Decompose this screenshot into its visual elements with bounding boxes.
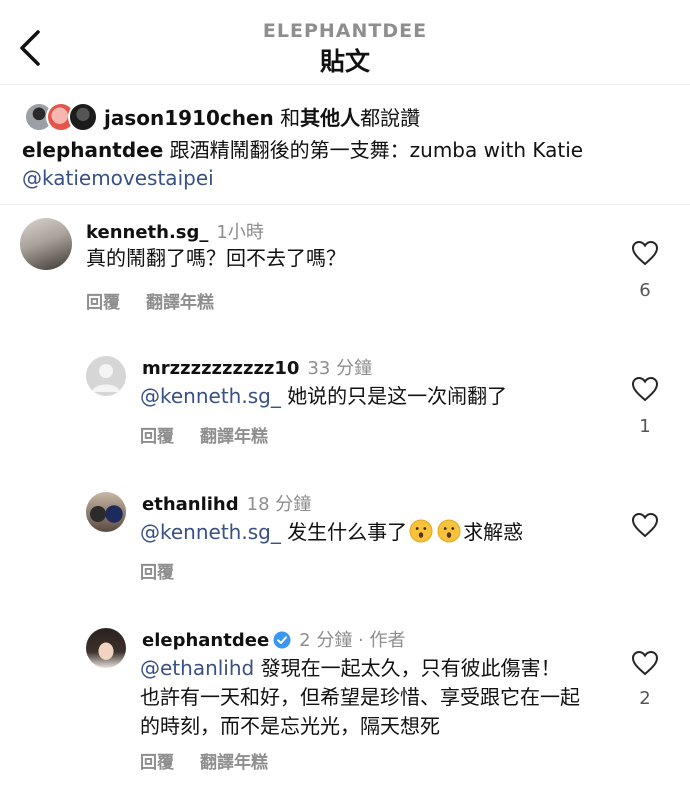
- comment-actions: 回覆 翻譯年糕: [86, 288, 240, 313]
- comment-mention[interactable]: @kenneth.sg_: [140, 384, 281, 408]
- like-count: 2: [639, 688, 651, 709]
- avatar[interactable]: [20, 218, 72, 270]
- reply-button[interactable]: 回覆: [140, 563, 174, 583]
- comment-body-end: 求解惑: [463, 520, 524, 544]
- comment-text: 真的鬧翻了嗎？回不去了嗎？: [86, 246, 346, 270]
- comment-body: 发生什么事了: [287, 520, 408, 544]
- divider: [0, 204, 690, 205]
- comment-actions: 回覆: [140, 558, 200, 583]
- comment: kenneth.sg_ 1小時 真的鬧翻了嗎？回不去了嗎？ 回覆 翻譯年糕 6: [20, 218, 670, 318]
- header-username: ELEPHANTDEE: [262, 20, 428, 42]
- like-count: 6: [639, 280, 651, 301]
- comment-actions: 回覆 翻譯年糕: [140, 748, 294, 773]
- post-caption: elephantdee 跟酒精鬧翻後的第一支舞：zumba with Katie…: [22, 136, 662, 192]
- default-avatar-icon: [92, 364, 120, 392]
- others-link[interactable]: 其他人: [300, 106, 360, 130]
- heart-icon[interactable]: [631, 376, 659, 402]
- comment-username[interactable]: ethanlihd: [142, 494, 239, 515]
- comment-username[interactable]: mrzzzzzzzzzz10: [142, 358, 299, 379]
- like-count: 1: [639, 416, 651, 437]
- comment-header: ethanlihd 18 分鐘: [142, 490, 311, 516]
- liker-avatars: [24, 102, 104, 132]
- liker-username[interactable]: jason1910chen: [104, 106, 274, 130]
- heart-icon[interactable]: [631, 512, 659, 538]
- comment-text: @ethanlihd 發現在一起太久，只有彼此傷害！也許有一天和好，但希望是珍惜…: [140, 654, 580, 741]
- comment-text: @kenneth.sg_ 发生什么事了 求解惑: [140, 518, 610, 547]
- likes-text: jason1910chen 和其他人都說讚: [104, 102, 420, 131]
- caption-text: 跟酒精鬧翻後的第一支舞：zumba with Katie: [169, 138, 584, 162]
- avatar[interactable]: [86, 492, 126, 532]
- comment-header: kenneth.sg_ 1小時: [86, 218, 264, 244]
- translate-button[interactable]: 翻譯年糕: [200, 753, 268, 773]
- comment-time: 18 分鐘: [246, 494, 312, 515]
- avatar: [68, 102, 98, 132]
- comment-reply: elephantdee 2 分鐘 · 作者 @ethanlihd 發現在一起太久，…: [86, 626, 670, 776]
- avatar[interactable]: [86, 356, 126, 396]
- translate-button[interactable]: 翻譯年糕: [200, 427, 268, 447]
- avatar[interactable]: [86, 628, 126, 668]
- caption-mention[interactable]: @katiemovestaipei: [22, 166, 214, 190]
- hushed-face-emoji-icon: [437, 519, 461, 543]
- reply-button[interactable]: 回覆: [140, 753, 174, 773]
- post-header: ELEPHANTDEE 貼文: [0, 0, 690, 85]
- comment-mention[interactable]: @ethanlihd: [140, 656, 254, 680]
- caption-username[interactable]: elephantdee: [22, 138, 163, 162]
- comment-reply: ethanlihd 18 分鐘 @kenneth.sg_ 发生什么事了 求解惑 回覆: [86, 490, 670, 590]
- comment-body: 她说的只是这一次闹翻了: [287, 384, 508, 408]
- reply-button[interactable]: 回覆: [86, 293, 120, 313]
- comment-username[interactable]: elephantdee: [142, 630, 269, 651]
- comment-header: mrzzzzzzzzzz10 33 分鐘: [142, 354, 372, 380]
- heart-icon[interactable]: [631, 650, 659, 676]
- comment-time: 1小時: [216, 222, 264, 243]
- comment-mention[interactable]: @kenneth.sg_: [140, 520, 281, 544]
- verified-badge-icon: [273, 631, 291, 649]
- likes-summary[interactable]: jason1910chen 和其他人都說讚: [24, 100, 664, 132]
- comment-time: 33 分鐘: [307, 358, 373, 379]
- comment-time: 2 分鐘 · 作者: [299, 630, 406, 651]
- hushed-face-emoji-icon: [409, 519, 433, 543]
- likes-joiner: 和: [280, 106, 301, 130]
- likes-suffix: 都說讚: [360, 106, 421, 130]
- comment-actions: 回覆 翻譯年糕: [140, 422, 294, 447]
- reply-button[interactable]: 回覆: [140, 427, 174, 447]
- comment-username[interactable]: kenneth.sg_: [86, 222, 208, 243]
- comment-text: @kenneth.sg_ 她说的只是这一次闹翻了: [140, 382, 610, 411]
- page-title: 貼文: [319, 47, 370, 76]
- heart-icon[interactable]: [631, 240, 659, 266]
- translate-button[interactable]: 翻譯年糕: [146, 293, 214, 313]
- comment-reply: mrzzzzzzzzzz10 33 分鐘 @kenneth.sg_ 她说的只是这一…: [86, 354, 670, 454]
- comment-header: elephantdee 2 分鐘 · 作者: [142, 626, 406, 652]
